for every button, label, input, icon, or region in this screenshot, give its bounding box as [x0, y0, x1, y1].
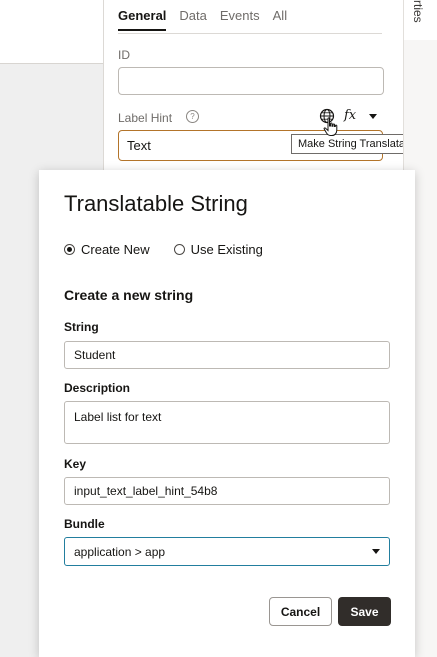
fx-icon[interactable]: fx	[344, 108, 356, 123]
help-icon[interactable]: ?	[186, 110, 199, 123]
label-hint-label: Label Hint	[118, 111, 173, 125]
tab-general[interactable]: General	[118, 8, 167, 31]
string-source-radio-group: Create New Use Existing	[64, 242, 287, 257]
properties-tabs: General Data Events All	[118, 8, 287, 31]
cancel-button[interactable]: Cancel	[269, 597, 332, 626]
dialog-title: Translatable String	[64, 191, 248, 216]
id-label: ID	[118, 48, 130, 62]
translatable-string-dialog: Translatable String Create New Use Exist…	[39, 170, 415, 657]
tabs-divider	[118, 33, 382, 34]
string-input[interactable]: Student	[64, 341, 390, 369]
tab-all[interactable]: All	[273, 8, 287, 31]
properties-side-tab-label: rties	[411, 0, 425, 23]
chevron-down-icon[interactable]	[369, 114, 377, 119]
canvas-component[interactable]	[0, 0, 103, 64]
radio-use-existing[interactable]	[173, 244, 185, 255]
id-input[interactable]	[118, 67, 384, 95]
tab-data[interactable]: Data	[179, 8, 206, 31]
radio-use-existing-label[interactable]: Use Existing	[191, 242, 263, 257]
radio-create-new[interactable]	[64, 244, 75, 255]
key-input[interactable]: input_text_label_hint_54b8	[64, 477, 390, 505]
section-title: Create a new string	[64, 287, 194, 303]
description-textarea[interactable]: Label list for text	[64, 401, 390, 444]
description-label: Description	[64, 381, 131, 395]
hand-cursor-icon	[323, 117, 339, 142]
bundle-label: Bundle	[64, 517, 105, 531]
bundle-select[interactable]: application > app	[64, 537, 390, 566]
save-button[interactable]: Save	[338, 597, 391, 626]
key-label: Key	[64, 457, 87, 471]
tab-events[interactable]: Events	[220, 8, 260, 31]
string-label: String	[64, 320, 99, 334]
chevron-down-icon[interactable]	[372, 549, 380, 554]
radio-create-new-label[interactable]: Create New	[81, 242, 150, 257]
bundle-select-value: application > app	[74, 544, 166, 559]
radio-selected-dot	[67, 247, 72, 252]
